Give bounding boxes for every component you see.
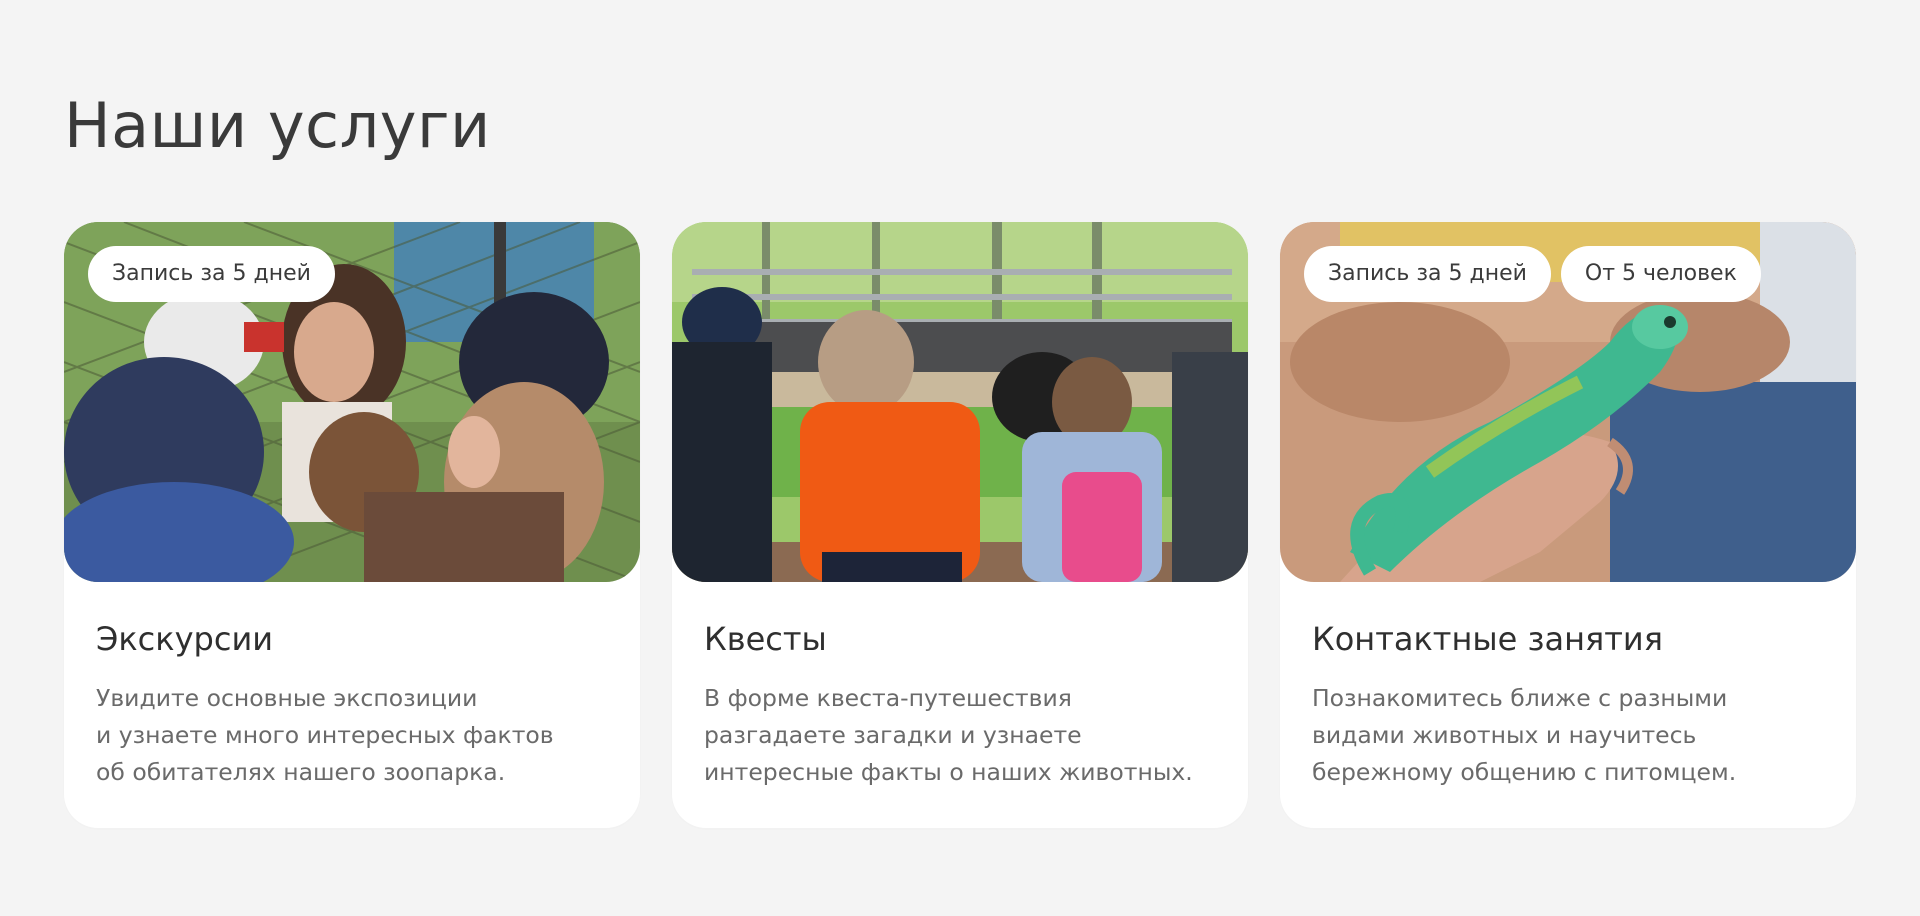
services-section: Наши услуги Запись за 5 дней Экскурсии У… [0,0,1920,916]
service-card-excursions[interactable]: Запись за 5 дней Экскурсии Увидите основ… [64,222,640,828]
card-body: Квесты В форме квеста-путешествия разгад… [672,582,1248,791]
card-description: Познакомитесь ближе с разными видами жив… [1312,684,1737,786]
card-description: В форме квеста-путешествия разгадаете за… [704,684,1193,786]
card-tags: Запись за 5 дней От 5 человек [1304,246,1761,302]
booking-tag: Запись за 5 дней [1304,246,1551,302]
card-body: Экскурсии Увидите основные экспозиции и … [64,582,640,791]
card-title: Контактные занятия [1312,620,1663,658]
service-card-quests[interactable]: Квесты В форме квеста-путешествия разгад… [672,222,1248,828]
quest-photo [672,222,1248,582]
excursion-photo: Запись за 5 дней [64,222,640,582]
card-tags: Запись за 5 дней [88,246,335,302]
visitors-at-enclosure-image [672,222,1248,582]
section-title: Наши услуги [64,89,491,162]
card-title: Квесты [704,620,827,658]
service-card-contact-sessions[interactable]: Запись за 5 дней От 5 человек Контактные… [1280,222,1856,828]
services-cards: Запись за 5 дней Экскурсии Увидите основ… [64,222,1856,828]
card-description: Увидите основные экспозиции и узнаете мн… [96,684,554,786]
contact-session-photo: Запись за 5 дней От 5 человек [1280,222,1856,582]
booking-tag: Запись за 5 дней [88,246,335,302]
card-body: Контактные занятия Познакомитесь ближе с… [1280,582,1856,791]
card-title: Экскурсии [96,620,274,658]
group-size-tag: От 5 человек [1560,246,1761,302]
